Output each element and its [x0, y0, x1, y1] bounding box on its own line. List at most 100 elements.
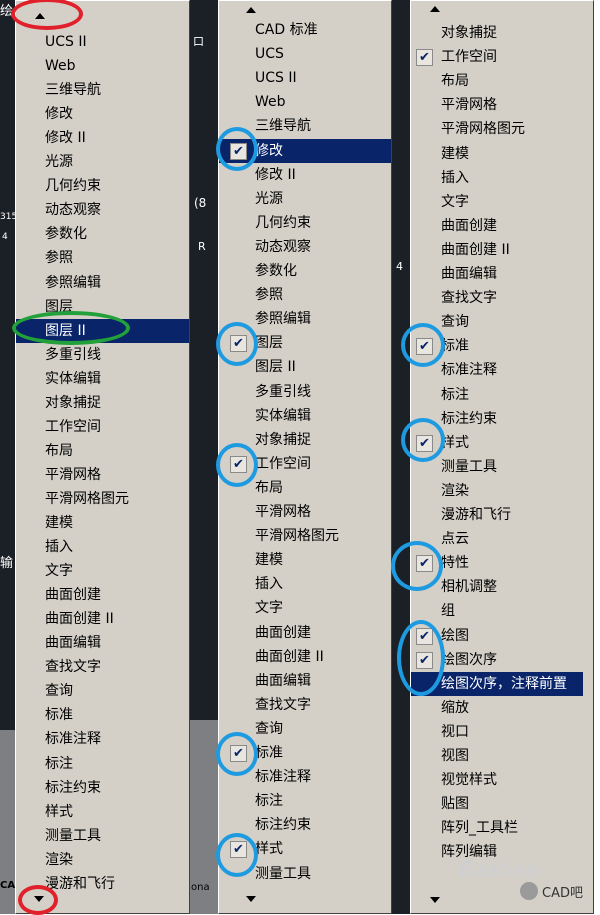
menu-item[interactable]: 曲面创建: [16, 583, 189, 607]
menu-item[interactable]: 测量工具: [411, 455, 583, 479]
menu-item[interactable]: 布局: [16, 439, 189, 463]
menu-item-label: CAD 标准: [255, 22, 318, 38]
menu-item-label: 特性: [441, 555, 469, 572]
menu-item[interactable]: 平滑网格: [219, 500, 391, 524]
menu-item[interactable]: 标注: [16, 752, 189, 776]
menu-item[interactable]: 查找文字: [411, 286, 583, 310]
menu-item[interactable]: 平滑网格图元: [219, 524, 391, 548]
menu-item[interactable]: 样式: [16, 800, 189, 824]
menu-item[interactable]: 曲面编辑: [411, 262, 583, 286]
menu-item[interactable]: 多重引线: [16, 343, 189, 367]
menu-item[interactable]: ✔ 工作空间: [411, 45, 583, 69]
menu-item[interactable]: 几何约束: [16, 174, 189, 198]
menu-item[interactable]: 视图: [411, 744, 583, 768]
menu-item[interactable]: 文字: [16, 559, 189, 583]
menu-item-label: 曲面创建 II: [45, 611, 114, 628]
menu-item-label: 修改 II: [255, 166, 296, 183]
menu-item[interactable]: CAD 标准: [219, 18, 391, 42]
menu-item-label: 平滑网格: [45, 466, 101, 483]
scroll-down-arrow-icon[interactable]: [246, 896, 256, 902]
scroll-up-arrow-icon[interactable]: [246, 7, 256, 13]
menu-item[interactable]: 建模: [16, 511, 189, 535]
menu-item[interactable]: 参照: [16, 246, 189, 270]
menu-item[interactable]: 平滑网格: [411, 93, 583, 117]
menu-item[interactable]: 光源: [219, 187, 391, 211]
menu-item[interactable]: 曲面创建: [411, 214, 583, 238]
menu-item[interactable]: 标注约束: [16, 776, 189, 800]
menu-item[interactable]: 文字: [219, 596, 391, 620]
menu-item[interactable]: 贴图: [411, 792, 583, 816]
menu-item[interactable]: 测量工具: [16, 824, 189, 848]
menu-item[interactable]: 点云: [411, 527, 583, 551]
menu-item[interactable]: 工作空间: [16, 415, 189, 439]
menu-item[interactable]: 曲面编辑: [16, 631, 189, 655]
menu-item[interactable]: 参照编辑: [16, 271, 189, 295]
menu-item[interactable]: 光源: [16, 150, 189, 174]
menu-item[interactable]: 查找文字: [16, 655, 189, 679]
menu-item[interactable]: 动态观察: [16, 198, 189, 222]
menu-item-label: 工作空间: [441, 49, 497, 66]
menu-item[interactable]: 三维导航: [16, 78, 189, 102]
menu-item-label: 渲染: [441, 482, 469, 499]
menu-item[interactable]: 平滑网格图元: [16, 487, 189, 511]
menu-item[interactable]: 缩放: [411, 696, 583, 720]
menu-item[interactable]: 组: [411, 599, 583, 623]
menu-item[interactable]: 标注: [219, 789, 391, 813]
menu-item-label: 测量工具: [255, 865, 311, 882]
bg-text: 4: [2, 232, 8, 242]
menu-item[interactable]: 实体编辑: [16, 367, 189, 391]
menu-item[interactable]: 建模: [219, 548, 391, 572]
menu-item[interactable]: 曲面创建 II: [411, 238, 583, 262]
menu-item[interactable]: 修改: [16, 102, 189, 126]
menu-item[interactable]: 插入: [219, 572, 391, 596]
menu-item[interactable]: 漫游和飞行: [411, 503, 583, 527]
menu-item-label: 光源: [45, 154, 73, 171]
scroll-up-arrow-icon[interactable]: [430, 6, 440, 12]
menu-item[interactable]: 修改 II: [16, 126, 189, 150]
menu-item[interactable]: 曲面创建: [219, 621, 391, 645]
menu-item[interactable]: 建模: [411, 142, 583, 166]
menu-item[interactable]: 查找文字: [219, 693, 391, 717]
menu-item[interactable]: 标注: [411, 383, 583, 407]
menu-item[interactable]: 文字: [411, 190, 583, 214]
menu-item-label: 平滑网格: [255, 504, 311, 520]
menu-item[interactable]: 动态观察: [219, 235, 391, 259]
menu-item[interactable]: 标准注释: [16, 727, 189, 751]
menu-item[interactable]: UCS II: [219, 66, 391, 90]
menu-item[interactable]: 曲面创建 II: [219, 645, 391, 669]
menu-item[interactable]: 对象捕捉: [16, 391, 189, 415]
menu-item[interactable]: 参照: [219, 283, 391, 307]
menu-item[interactable]: Web: [219, 90, 391, 114]
menu-item[interactable]: 参数化: [219, 259, 391, 283]
scroll-down-arrow-icon[interactable]: [430, 897, 440, 903]
menu-item[interactable]: 渲染: [16, 848, 189, 872]
menu-item-label: 视图: [441, 748, 469, 764]
menu-item-label: 插入: [45, 539, 73, 556]
menu-item[interactable]: 布局: [411, 69, 583, 93]
annotation-circle-blue: [401, 418, 445, 462]
menu-item[interactable]: UCS: [219, 42, 391, 66]
menu-item[interactable]: 插入: [16, 535, 189, 559]
menu-item[interactable]: 平滑网格图元: [411, 117, 583, 141]
menu-item[interactable]: 插入: [411, 166, 583, 190]
menu-item[interactable]: 曲面创建 II: [16, 607, 189, 631]
menu-item[interactable]: 标准: [16, 703, 189, 727]
menu-item-label: 平滑网格图元: [255, 528, 339, 545]
menu-item-label: 标注约束: [255, 817, 311, 834]
menu-item[interactable]: 对象捕捉: [411, 21, 583, 45]
menu-item[interactable]: 曲面编辑: [219, 669, 391, 693]
menu-item[interactable]: 参数化: [16, 222, 189, 246]
menu-item[interactable]: UCS II: [16, 30, 189, 54]
menu-item[interactable]: 渲染: [411, 479, 583, 503]
menu-item[interactable]: Web: [16, 54, 189, 78]
menu-item[interactable]: 几何约束: [219, 211, 391, 235]
menu-item[interactable]: 阵列_工具栏: [411, 816, 583, 840]
menu-item[interactable]: 实体编辑: [219, 404, 391, 428]
menu-item-label: 文字: [441, 193, 469, 210]
menu-item[interactable]: 视觉样式: [411, 768, 583, 792]
menu-item[interactable]: 视口: [411, 720, 583, 744]
menu-item-label: 布局: [45, 442, 73, 459]
menu-item[interactable]: 多重引线: [219, 380, 391, 404]
menu-item[interactable]: 平滑网格: [16, 463, 189, 487]
menu-item[interactable]: 查询: [16, 679, 189, 703]
